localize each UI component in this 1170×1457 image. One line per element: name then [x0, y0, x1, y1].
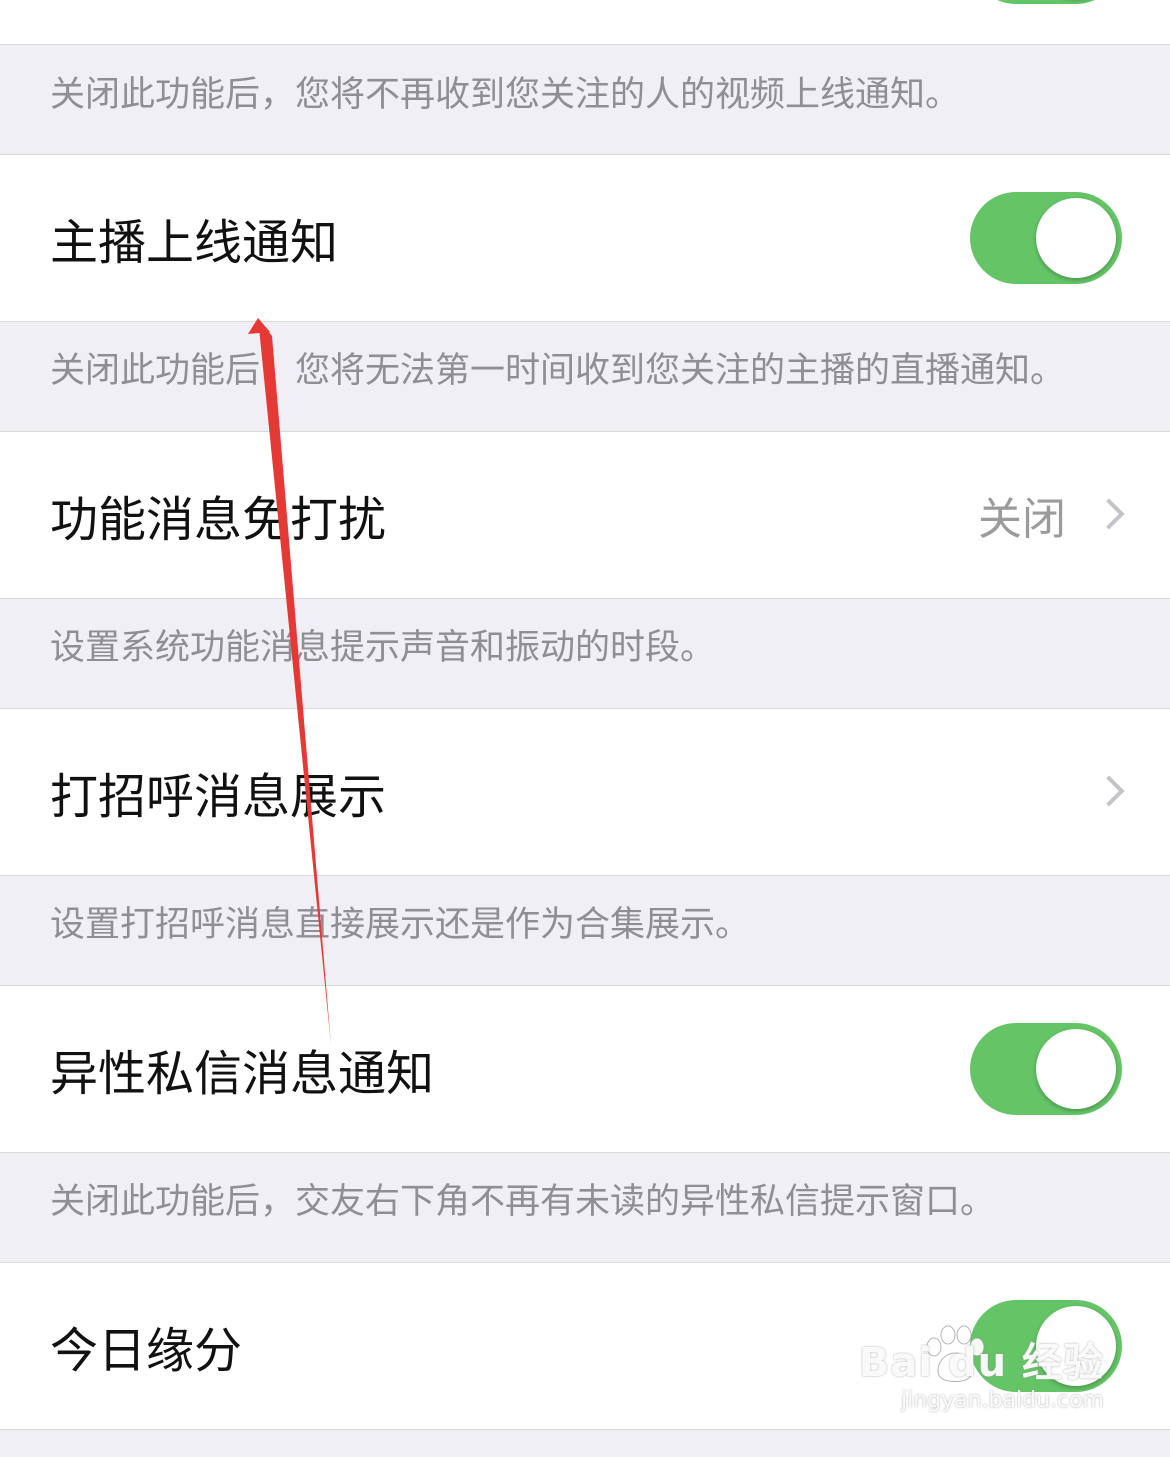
row-title: 异性私信消息通知 [50, 1046, 435, 1102]
toggle-knob [1036, 198, 1116, 278]
row-value: 关闭 [978, 494, 1066, 545]
setting-row-opposite-sex[interactable]: 异性私信消息通知 [0, 985, 1170, 1153]
chevron-right-icon [1093, 498, 1125, 530]
setting-row-anchor-online[interactable]: 主播上线通知 [0, 154, 1170, 322]
watermark: Bai du 经验 jingyan.baidu.com [859, 1330, 1104, 1413]
row-title: 打招呼消息展示 [50, 769, 387, 825]
watermark-url: jingyan.baidu.com [900, 1388, 1104, 1413]
row-title: 主播上线通知 [50, 215, 339, 271]
chevron-right-icon [1093, 775, 1125, 807]
setting-row-dnd[interactable]: 功能消息免打扰 关闭 [0, 431, 1170, 599]
toggle-switch[interactable] [970, 1023, 1122, 1115]
row-title: 功能消息免打扰 [50, 492, 387, 548]
section-description: 设置打招呼消息直接展示还是作为合集展示。 [50, 905, 751, 945]
toggle-switch[interactable] [970, 192, 1122, 284]
row-title: 今日缘分 [50, 1323, 243, 1379]
prev-toggle[interactable] [970, 0, 1122, 4]
prev-row [0, 0, 1170, 45]
section-description: 关闭此功能后，您将无法第一时间收到您关注的主播的直播通知。 [50, 351, 1066, 391]
setting-row-greeting[interactable]: 打招呼消息展示 [0, 708, 1170, 876]
section-description: 设置系统功能消息提示声音和振动的时段。 [50, 628, 716, 668]
section-description: 关闭此功能后，您将不再收到您关注的人的视频上线通知。 [50, 75, 961, 115]
watermark-logo: Bai du 经验 [858, 1340, 1104, 1386]
section-description: 关闭此功能后，交友右下角不再有未读的异性私信提示窗口。 [50, 1182, 996, 1222]
toggle-knob [1036, 1029, 1116, 1109]
